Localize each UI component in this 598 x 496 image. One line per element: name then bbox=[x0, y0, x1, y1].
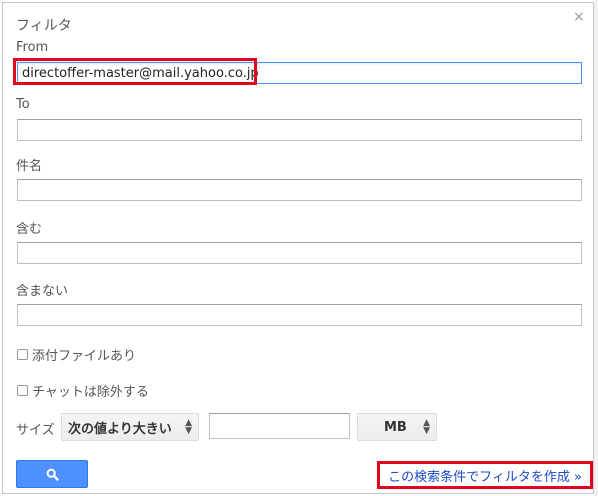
size-unit-value: MB bbox=[384, 419, 407, 435]
select-arrows-icon: ▲ ▼ bbox=[185, 418, 192, 436]
size-operator-value: 次の値より大きい bbox=[68, 421, 172, 437]
has-attachment-checkbox[interactable] bbox=[17, 349, 28, 360]
exclude-chats-label: チャットは除外する bbox=[32, 385, 149, 400]
select-arrows-icon: ▲ ▼ bbox=[423, 418, 430, 436]
exclude-chats-row[interactable]: チャットは除外する bbox=[17, 381, 149, 400]
close-icon[interactable]: × bbox=[573, 9, 585, 25]
size-operator-select[interactable]: 次の値より大きい ▲ ▼ bbox=[61, 413, 199, 441]
background-page-edge bbox=[594, 0, 598, 496]
exclude-chats-checkbox[interactable] bbox=[17, 385, 28, 396]
subject-label: 件名 bbox=[16, 159, 43, 174]
search-icon bbox=[46, 468, 59, 481]
size-label: サイズ bbox=[16, 423, 55, 438]
create-filter-link[interactable]: この検索条件でフィルタを作成 » bbox=[377, 461, 593, 489]
has-attachment-row[interactable]: 添付ファイルあり bbox=[17, 345, 136, 364]
has-words-label: 含む bbox=[16, 222, 43, 237]
from-label: From bbox=[16, 40, 49, 55]
doesnt-have-input[interactable] bbox=[17, 304, 582, 326]
from-input[interactable] bbox=[17, 62, 582, 84]
search-button[interactable] bbox=[16, 460, 88, 488]
size-value-input[interactable] bbox=[209, 413, 350, 439]
subject-input[interactable] bbox=[17, 179, 582, 201]
doesnt-have-label: 含まない bbox=[16, 284, 69, 299]
to-label: To bbox=[16, 97, 30, 112]
has-attachment-label: 添付ファイルあり bbox=[32, 349, 137, 364]
filter-dialog: フィルタ × From To 件名 含む 含まない 添付ファイルあり チャットは… bbox=[2, 2, 594, 494]
has-words-input[interactable] bbox=[17, 242, 582, 264]
size-unit-select[interactable]: MB ▲ ▼ bbox=[357, 413, 437, 441]
dialog-title: フィルタ bbox=[16, 18, 72, 34]
to-input[interactable] bbox=[17, 119, 582, 141]
